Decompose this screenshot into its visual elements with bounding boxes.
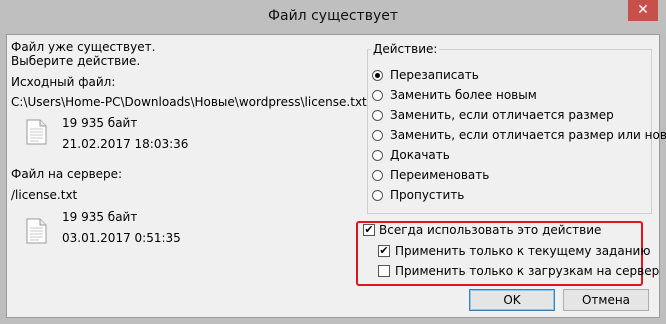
radio-button[interactable] xyxy=(372,150,383,161)
checkbox-label: Применить только к текущему заданию xyxy=(395,244,651,258)
title-bar: Файл существует ✕ xyxy=(0,0,666,34)
checkbox-label: Всегда использовать это действие xyxy=(379,223,602,237)
radio-label: Пропустить xyxy=(390,188,465,202)
server-date: 03.01.2017 0:51:35 xyxy=(62,231,181,245)
source-path: C:\Users\Home-PC\Downloads\Новые\wordpre… xyxy=(11,95,367,109)
radio-label: Перезаписать xyxy=(390,68,479,82)
checkbox[interactable]: ✔ xyxy=(378,245,390,257)
message-line-1: Файл уже существует. xyxy=(11,40,156,54)
radio-button[interactable] xyxy=(372,170,383,181)
checkbox-label: Применить только к загрузкам на сервер xyxy=(395,264,660,278)
server-size: 19 935 байт xyxy=(62,210,138,224)
source-date: 21.02.2017 18:03:36 xyxy=(62,137,189,151)
radio-button[interactable] xyxy=(372,70,383,81)
source-size: 19 935 байт xyxy=(62,116,138,130)
server-path: /license.txt xyxy=(11,188,78,202)
checkbox[interactable]: ✔ xyxy=(363,224,375,236)
document-file-icon xyxy=(26,119,47,145)
source-heading: Исходный файл: xyxy=(11,75,116,89)
checkbox[interactable] xyxy=(378,265,390,277)
message-line-2: Выберите действие. xyxy=(11,54,141,68)
document-file-icon xyxy=(26,218,47,244)
radio-button[interactable] xyxy=(372,190,383,201)
radio-label: Переименовать xyxy=(390,168,490,182)
ok-button[interactable]: OK xyxy=(469,289,555,311)
radio-label: Докачать xyxy=(390,148,450,162)
close-button[interactable]: ✕ xyxy=(628,0,658,21)
action-group-label: Действие: xyxy=(371,42,440,57)
server-heading: Файл на сервере: xyxy=(11,167,123,181)
cancel-button[interactable]: Отмена xyxy=(563,289,649,311)
radio-label: Заменить, если отличается размер или нов… xyxy=(390,128,666,142)
radio-button[interactable] xyxy=(372,90,383,101)
dialog-body: Файл уже существует. Выберите действие. … xyxy=(6,34,666,318)
radio-label: Заменить, если отличается размер xyxy=(390,108,614,122)
radio-button[interactable] xyxy=(372,110,383,121)
radio-button[interactable] xyxy=(372,130,383,141)
window-title: Файл существует xyxy=(267,8,399,24)
radio-label: Заменить более новым xyxy=(390,88,537,102)
